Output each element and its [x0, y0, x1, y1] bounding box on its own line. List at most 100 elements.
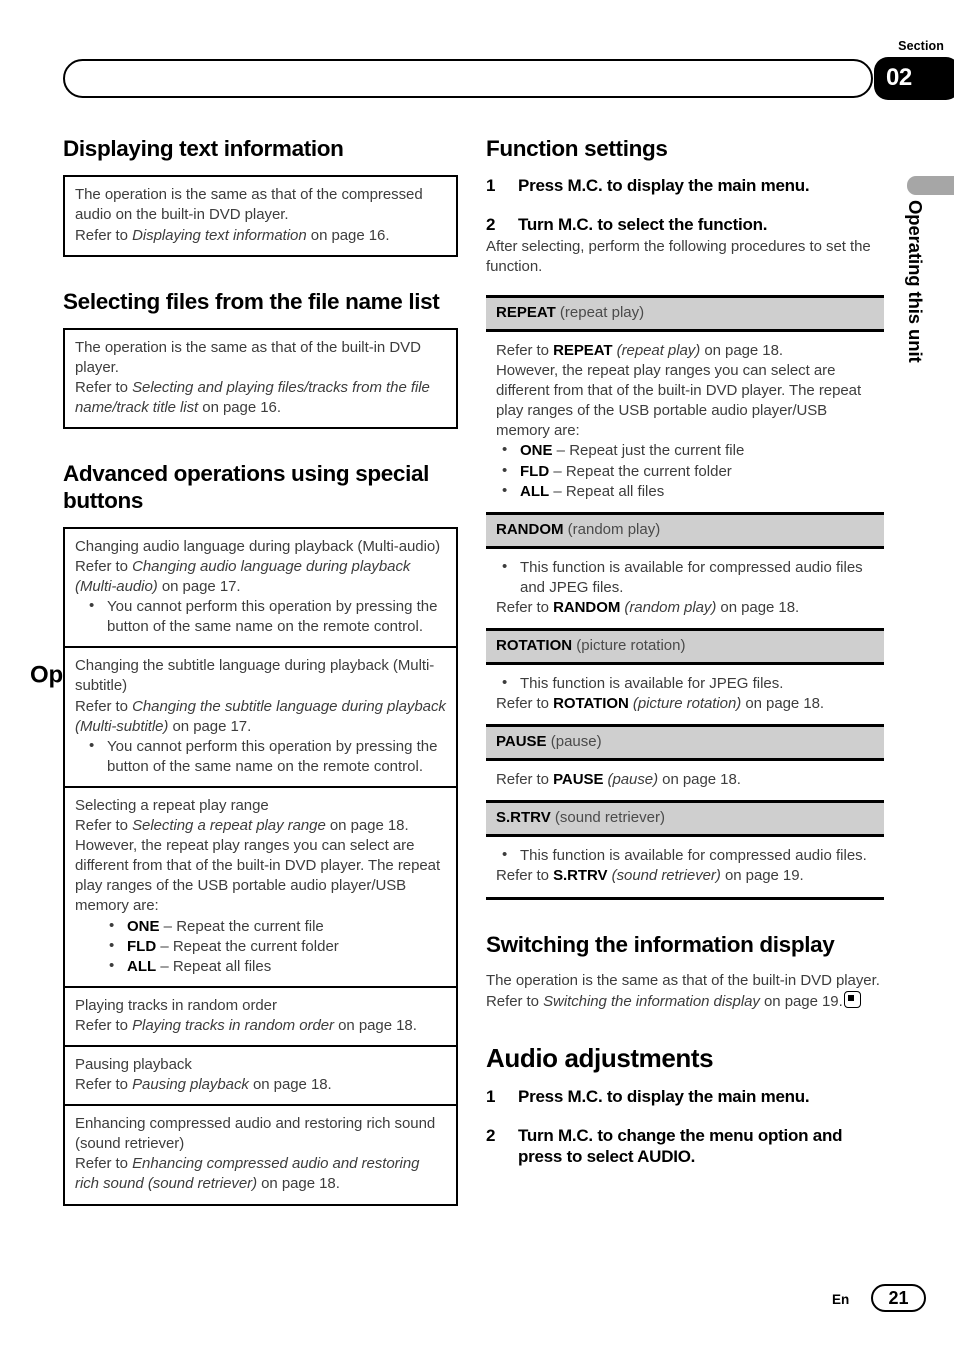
refer-target: Selecting a repeat play range	[132, 817, 326, 835]
function-entry-body-rotation: This function is available for JPEG file…	[486, 665, 884, 724]
row-bullet-list: You cannot perform this operation by pre…	[75, 596, 446, 637]
refer-code: REPEAT	[553, 342, 613, 359]
list-item: ONE – Repeat the current file	[75, 915, 446, 937]
refer-target: Pausing playback	[132, 1076, 249, 1094]
manual-page: Section Operating this unit 02 Operating…	[0, 0, 954, 1352]
refer-prefix: Refer to	[486, 992, 544, 1010]
range-desc: – Repeat all files	[156, 957, 272, 975]
function-entry-header-pause: PAUSE (pause)	[486, 724, 884, 762]
refer-prefix: Refer to	[75, 226, 133, 244]
page-number: 21	[888, 1288, 909, 1308]
row-heading: Changing audio language during playback …	[75, 537, 441, 555]
function-entry-header-repeat: REPEAT (repeat play)	[486, 298, 884, 332]
note-text: The operation is the same as that of the…	[75, 186, 423, 224]
entry-bullet-list: This function is available for compresse…	[488, 557, 874, 598]
function-entry-header-srtrv: S.RTRV (sound retriever)	[486, 800, 884, 838]
footer-language: En	[832, 1292, 850, 1307]
list-item: This function is available for compresse…	[488, 557, 874, 598]
refer-code: S.RTRV	[553, 867, 608, 885]
entry-refer: Refer to PAUSE (pause) on page 18.	[488, 770, 874, 790]
function-name: (picture rotation)	[572, 637, 686, 655]
refer-prefix: Refer to	[75, 697, 133, 715]
row-heading: Pausing playback	[75, 1055, 192, 1073]
range-code: ALL	[520, 482, 550, 500]
refer-target: Switching the information display	[543, 992, 760, 1010]
note-box-selecting-files: The operation is the same as that of the…	[63, 327, 458, 430]
section-number-badge: 02	[874, 57, 954, 100]
function-code: PAUSE	[496, 733, 547, 751]
footer-page-number-badge: 21	[871, 1284, 926, 1312]
refer-suffix: on page 17.	[168, 717, 252, 735]
note-text: The operation is the same as that of the…	[75, 338, 421, 376]
refer-target: (random play)	[620, 598, 717, 616]
refer-prefix: Refer to	[496, 342, 554, 359]
refer-prefix: Refer to	[75, 1155, 133, 1173]
function-name: (pause)	[546, 733, 602, 751]
refer-suffix: on page 18.	[741, 695, 825, 713]
row-heading: Selecting a repeat play range	[75, 796, 269, 814]
refer-suffix: on page 18.	[248, 1076, 332, 1094]
note-refer: Refer to Displaying text information on …	[75, 226, 446, 246]
switching-display-refer: Refer to Switching the information displ…	[486, 990, 884, 1012]
entry-extra: However, the repeat play ranges you can …	[496, 362, 862, 440]
heading-switching-information-display: Switching the information display	[486, 931, 835, 957]
range-desc: – Repeat all files	[549, 482, 665, 500]
function-settings-table: REPEAT (repeat play) Refer to REPEAT (re…	[486, 295, 884, 900]
refer-target: Playing tracks in random order	[132, 1016, 335, 1034]
list-item: ALL – Repeat all files	[488, 481, 874, 502]
refer-prefix: Refer to	[496, 695, 554, 713]
function-code: REPEAT	[496, 304, 556, 321]
list-item: You cannot perform this operation by pre…	[75, 596, 446, 637]
row-refer: Refer to Changing the subtitle language …	[75, 697, 446, 737]
row-refer: Refer to Selecting a repeat play range o…	[75, 816, 446, 836]
step-1-function-settings: 1 Press M.C. to display the main menu.	[486, 175, 884, 197]
step-number: 2	[486, 215, 496, 235]
entry-refer: Refer to ROTATION (picture rotation) on …	[488, 694, 874, 714]
row-heading: Changing the subtitle language during pl…	[75, 657, 435, 695]
section-number: 02	[886, 63, 912, 91]
refer-suffix: on page 18.	[325, 817, 409, 835]
row-extra: However, the repeat play ranges you can …	[75, 837, 441, 915]
row-heading: Enhancing compressed audio and restoring…	[75, 1115, 436, 1153]
refer-suffix: on page 18.	[334, 1016, 417, 1034]
refer-prefix: Refer to	[496, 598, 554, 616]
left-column: Displaying text information The operatio…	[63, 136, 458, 1206]
table-row: Selecting a repeat play range Refer to S…	[65, 785, 456, 986]
list-item: You cannot perform this operation by pre…	[75, 736, 446, 777]
entry-refer: Refer to REPEAT (repeat play) on page 18…	[488, 341, 874, 361]
refer-suffix: on page 18.	[716, 598, 800, 616]
note-box-displaying-text-information: The operation is the same as that of the…	[63, 175, 458, 257]
step-text: Turn M.C. to select the function.	[518, 215, 768, 235]
refer-suffix: on page 16.	[306, 226, 390, 244]
function-code: S.RTRV	[496, 809, 551, 827]
row-refer: Refer to Enhancing compressed audio and …	[75, 1154, 446, 1194]
heading-audio-adjustments: Audio adjustments	[486, 1043, 714, 1073]
list-item: ONE – Repeat just the current file	[488, 440, 874, 461]
step-2-function-settings: 2 Turn M.C. to select the function.	[486, 214, 884, 236]
table-row: Enhancing compressed audio and restoring…	[65, 1104, 456, 1203]
refer-suffix: on page 19.	[720, 867, 804, 885]
table-row: Changing the subtitle language during pl…	[65, 646, 456, 786]
heading-displaying-text-information: Displaying text information	[63, 136, 344, 161]
refer-suffix: on page 18.	[658, 771, 741, 789]
right-column: Function settings 1 Press M.C. to display…	[486, 136, 884, 1168]
refer-code: ROTATION	[553, 695, 629, 713]
range-desc: – Repeat the current folder	[156, 937, 339, 955]
running-head-bar	[63, 59, 873, 98]
range-desc: – Repeat the current folder	[549, 462, 732, 480]
row-refer: Refer to Playing tracks in random order …	[75, 1016, 446, 1036]
function-entry-header-random: RANDOM (random play)	[486, 511, 884, 549]
function-entry-body-repeat: Refer to REPEAT (repeat play) on page 18…	[486, 332, 884, 512]
section-label: Section	[898, 39, 944, 53]
heading-function-settings: Function settings	[486, 136, 668, 161]
refer-prefix: Refer to	[75, 1076, 133, 1094]
list-item: This function is available for JPEG file…	[488, 673, 874, 694]
refer-target: (pause)	[603, 771, 659, 789]
margin-vertical-title: Operating this unit	[905, 200, 926, 363]
step-text: Press M.C. to display the main menu.	[518, 1086, 810, 1106]
table-row: Pausing playback Refer to Pausing playba…	[65, 1044, 456, 1104]
step-number: 1	[486, 1086, 496, 1106]
entry-bullet-list: This function is available for compresse…	[488, 845, 874, 866]
note-box-row: The operation is the same as that of the…	[65, 177, 456, 254]
range-code: ONE	[520, 442, 553, 460]
